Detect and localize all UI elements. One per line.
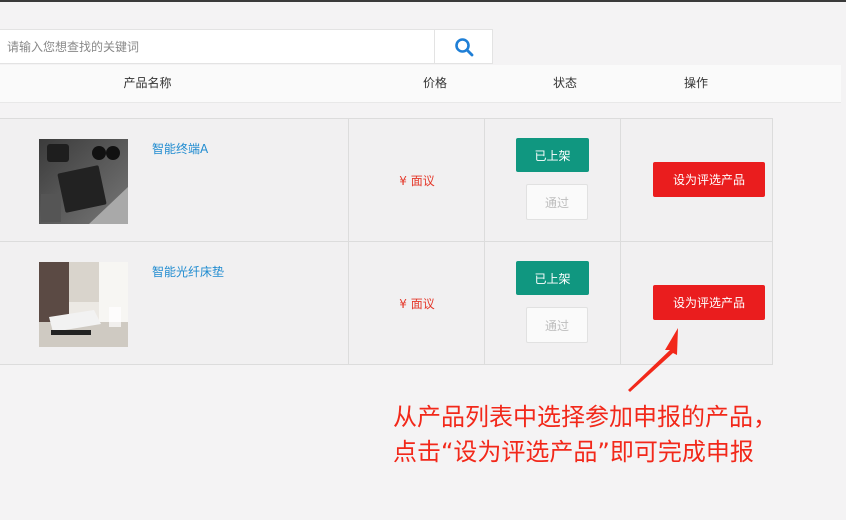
product-thumbnail[interactable] bbox=[39, 262, 128, 347]
header-price: 价格 bbox=[422, 76, 447, 90]
set-as-candidate-button[interactable]: 设为评选产品 bbox=[653, 162, 765, 197]
table-row: 智能终端A ¥ 面议 已上架 通过 设为评选产品 bbox=[0, 118, 773, 242]
product-price: ¥ 面议 bbox=[399, 174, 435, 188]
product-cell: 智能光纤床垫 bbox=[0, 242, 349, 364]
listed-status-button[interactable]: 已上架 bbox=[516, 261, 589, 295]
price-cell: ¥ 面议 bbox=[349, 119, 485, 241]
search-bar bbox=[0, 29, 493, 64]
product-cell: 智能终端A bbox=[0, 119, 349, 241]
search-icon bbox=[454, 37, 473, 56]
header-action: 操作 bbox=[683, 76, 708, 90]
product-thumbnail[interactable] bbox=[39, 139, 128, 224]
action-cell: 设为评选产品 bbox=[621, 119, 772, 241]
product-name-link[interactable]: 智能光纤床垫 bbox=[152, 263, 224, 280]
annotation-line-1: 从产品列表中选择参加申报的产品， bbox=[393, 403, 777, 431]
set-as-candidate-button[interactable]: 设为评选产品 bbox=[653, 285, 765, 320]
price-cell: ¥ 面议 bbox=[349, 242, 485, 364]
approve-button[interactable]: 通过 bbox=[526, 307, 588, 343]
header-status: 状态 bbox=[552, 76, 577, 90]
header-product-name: 产品名称 bbox=[123, 76, 172, 90]
annotation-line-2: 点击“设为评选产品”即可完成申报 bbox=[393, 438, 754, 466]
instruction-annotation: 从产品列表中选择参加申报的产品， 点击“设为评选产品”即可完成申报 bbox=[393, 400, 843, 470]
listed-status-button[interactable]: 已上架 bbox=[516, 138, 589, 172]
search-input[interactable] bbox=[0, 30, 434, 63]
status-cell: 已上架 通过 bbox=[485, 242, 621, 364]
top-border bbox=[0, 0, 846, 2]
product-price: ¥ 面议 bbox=[399, 297, 435, 311]
table-header: 产品名称 价格 状态 操作 bbox=[0, 65, 841, 103]
status-cell: 已上架 通过 bbox=[485, 119, 621, 241]
search-button[interactable] bbox=[434, 30, 492, 63]
red-arrow-icon bbox=[628, 328, 678, 392]
approve-button[interactable]: 通过 bbox=[526, 184, 588, 220]
product-name-link[interactable]: 智能终端A bbox=[152, 140, 208, 157]
